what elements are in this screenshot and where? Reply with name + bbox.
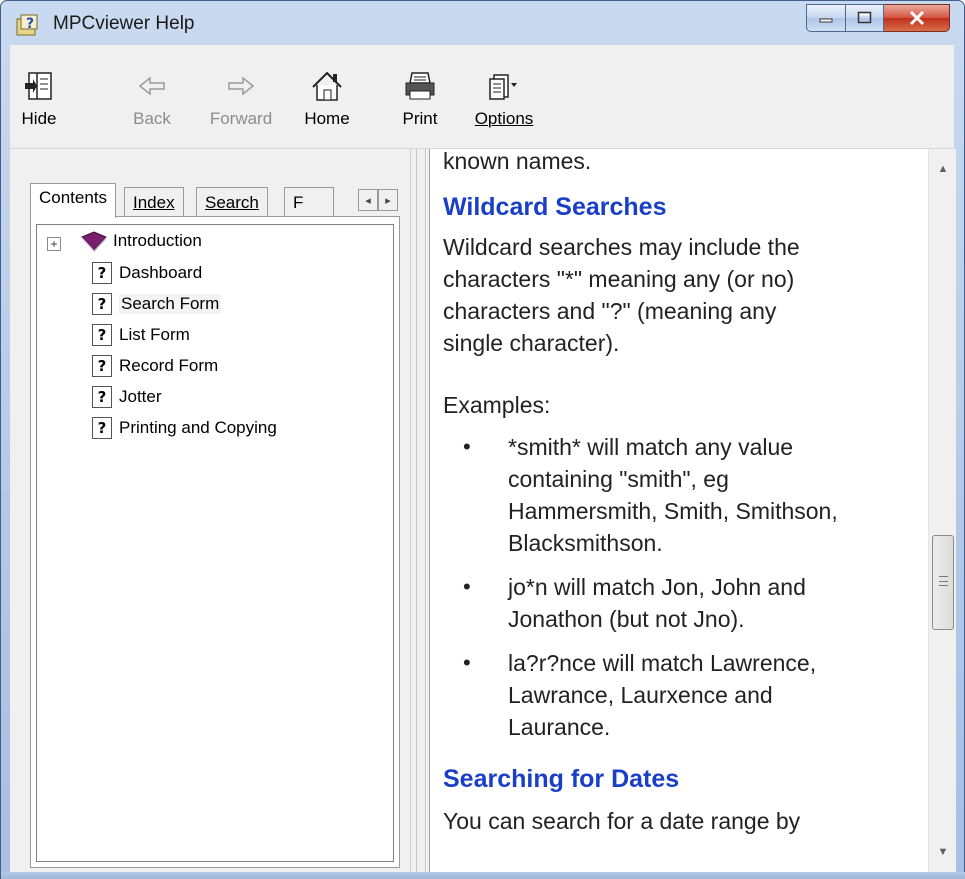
tree-item-introduction[interactable]: Introduction — [80, 227, 202, 255]
book-icon — [81, 231, 107, 252]
help-window: ? MPCviewer Help Hide Back Forward Home … — [0, 0, 965, 879]
tree-item-dashboard[interactable]: ? Dashboard — [92, 259, 202, 287]
help-page-icon: ? — [92, 386, 112, 408]
printer-icon — [405, 72, 435, 100]
help-page-icon: ? — [92, 262, 112, 284]
expand-icon[interactable]: + — [47, 237, 61, 251]
help-page-icon: ? — [92, 417, 112, 439]
contents-tree: + Introduction ? Dashboard ? Search Form — [36, 224, 394, 862]
grip-icon — [939, 576, 948, 586]
tab-scroll-right-icon[interactable]: ▸ — [378, 189, 398, 211]
previous-text: known names. — [443, 149, 592, 174]
hide-icon — [25, 72, 52, 100]
list-item: la?r?nce will match Lawrence, Lawrance, … — [463, 647, 923, 743]
tree-item-label: Printing and Copying — [119, 418, 277, 437]
heading-searching-for-dates: Searching for Dates — [443, 765, 680, 793]
contents-panel: + Introduction ? Dashboard ? Search Form — [30, 216, 400, 868]
tab-contents[interactable]: Contents — [30, 183, 117, 218]
tab-index[interactable]: Index — [124, 187, 184, 217]
tab-favorites-label: F — [293, 193, 304, 212]
tree-item-label: List Form — [119, 325, 190, 344]
list-item-line: Jonathon (but not Jno). — [508, 606, 745, 632]
paragraph-line: characters "*" meaning any (or no) — [443, 266, 795, 292]
home-label: Home — [304, 109, 350, 128]
tree-item-label: Jotter — [119, 387, 162, 406]
topic-content: known names. Wildcard Searches Wildcard … — [430, 149, 928, 872]
tree-item-record-form[interactable]: ? Record Form — [92, 352, 218, 380]
back-arrow-icon — [138, 76, 165, 96]
forward-label: Forward — [209, 109, 273, 128]
close-button[interactable] — [884, 4, 950, 32]
window-bottom-border — [1, 872, 965, 879]
hide-label: Hide — [21, 109, 57, 128]
list-item-line: la?r?nce will match Lawrence, — [508, 650, 817, 676]
toolbar: Hide Back Forward Home Print Options — [10, 45, 954, 149]
tab-contents-label: Contents — [39, 188, 108, 207]
paragraph-line: characters and "?" (meaning any — [443, 298, 777, 324]
options-label: Options — [474, 109, 534, 128]
minimize-button[interactable] — [806, 4, 846, 32]
list-item-line: containing "smith", eg — [508, 466, 729, 492]
close-icon — [909, 10, 924, 26]
examples-label: Examples: — [443, 392, 551, 418]
tree-item-label: Search Form — [119, 294, 222, 314]
scroll-up-icon[interactable]: ▲ — [937, 163, 949, 175]
tab-search-label: Search — [205, 193, 259, 212]
list-item-line: Lawrance, Laurxence and — [508, 682, 773, 708]
tree-item-label: Introduction — [113, 231, 202, 250]
tree-item-jotter[interactable]: ? Jotter — [92, 383, 162, 411]
minimize-icon — [819, 18, 833, 23]
tree-item-list-form[interactable]: ? List Form — [92, 321, 190, 349]
tree-item-label: Dashboard — [119, 263, 203, 282]
print-label: Print — [402, 109, 438, 128]
list-item-line: *smith* will match any value — [508, 434, 794, 460]
nav-tabs: Contents Index Search F ◂ ▸ — [30, 183, 400, 218]
home-icon — [312, 71, 342, 101]
tab-scroller: ◂ ▸ — [358, 189, 398, 211]
tab-search[interactable]: Search — [196, 187, 268, 217]
maximize-icon — [857, 11, 871, 24]
scroll-down-icon[interactable]: ▼ — [937, 846, 949, 858]
help-page-icon: ? — [92, 355, 112, 377]
dates-paragraph: You can search for a date range by — [443, 808, 801, 834]
help-page-icon: ? — [92, 324, 112, 346]
forward-arrow-icon — [228, 76, 255, 96]
options-icon — [489, 74, 517, 100]
maximize-button[interactable] — [846, 4, 884, 32]
tab-favorites[interactable]: F — [284, 187, 334, 217]
list-item: *smith* will match any value containing … — [463, 431, 923, 559]
heading-wildcard-searches: Wildcard Searches — [443, 193, 667, 221]
paragraph-line: Wildcard searches may include the — [443, 234, 800, 260]
tab-index-label: Index — [133, 193, 175, 212]
help-app-icon: ? — [16, 14, 38, 36]
wildcard-paragraph: Wildcard searches may include the charac… — [443, 231, 923, 359]
content-scrollbar[interactable]: ▲ ▼ — [928, 149, 956, 872]
list-item-line: Hammersmith, Smith, Smithson, — [508, 498, 838, 524]
list-item-line: Blacksmithson. — [508, 530, 663, 556]
help-page-icon: ? — [92, 293, 112, 315]
list-item-line: Laurance. — [508, 714, 611, 740]
svg-text:?: ? — [26, 16, 34, 32]
navigation-pane: Contents Index Search F ◂ ▸ + Introducti… — [10, 149, 410, 872]
list-item: jo*n will match Jon, John and Jonathon (… — [463, 571, 923, 635]
window-title: MPCviewer Help — [53, 13, 195, 34]
tab-scroll-left-icon[interactable]: ◂ — [358, 189, 378, 211]
paragraph-line: single character). — [443, 330, 620, 356]
examples-list: *smith* will match any value containing … — [463, 431, 923, 743]
tree-item-label: Record Form — [119, 356, 219, 375]
scrollbar-thumb[interactable] — [932, 535, 954, 630]
tree-item-printing-and-copying[interactable]: ? Printing and Copying — [92, 414, 277, 442]
title-bar[interactable]: ? MPCviewer Help — [1, 1, 964, 45]
list-item-line: jo*n will match Jon, John and — [508, 574, 806, 600]
pane-splitter[interactable] — [410, 149, 430, 872]
back-label: Back — [133, 109, 171, 128]
tree-item-search-form[interactable]: ? Search Form — [92, 290, 222, 318]
